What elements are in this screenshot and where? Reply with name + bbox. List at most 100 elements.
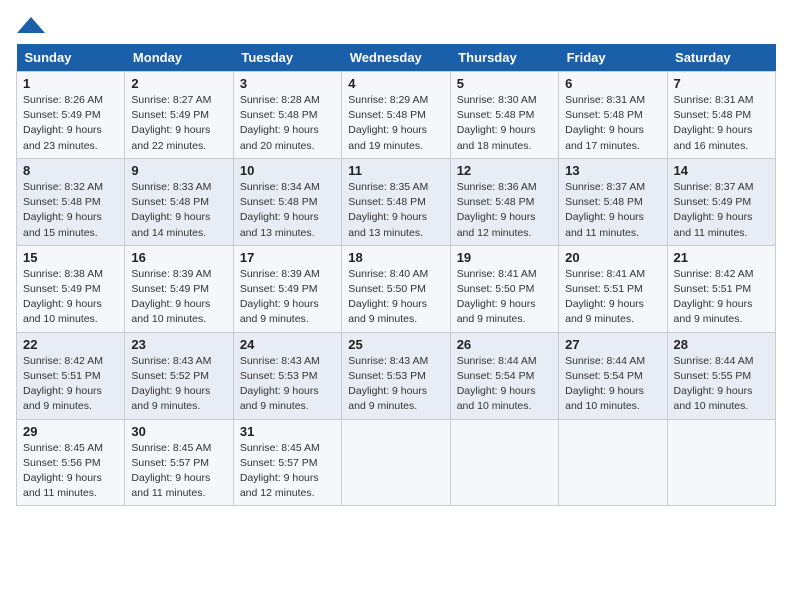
sunrise-label: Sunrise: 8:43 AM bbox=[348, 355, 428, 367]
daylight-label: Daylight: 9 hours and 9 minutes. bbox=[23, 385, 102, 412]
sunset-label: Sunset: 5:54 PM bbox=[565, 370, 643, 382]
daylight-label: Daylight: 9 hours and 23 minutes. bbox=[23, 124, 102, 151]
calendar-cell: 17Sunrise: 8:39 AMSunset: 5:49 PMDayligh… bbox=[233, 245, 341, 332]
day-info: Sunrise: 8:34 AMSunset: 5:48 PMDaylight:… bbox=[240, 180, 335, 241]
day-number: 12 bbox=[457, 163, 552, 178]
day-info: Sunrise: 8:38 AMSunset: 5:49 PMDaylight:… bbox=[23, 267, 118, 328]
day-info: Sunrise: 8:44 AMSunset: 5:54 PMDaylight:… bbox=[565, 354, 660, 415]
calendar-cell: 5Sunrise: 8:30 AMSunset: 5:48 PMDaylight… bbox=[450, 72, 558, 159]
day-number: 26 bbox=[457, 337, 552, 352]
calendar-cell: 22Sunrise: 8:42 AMSunset: 5:51 PMDayligh… bbox=[17, 332, 125, 419]
calendar-cell: 19Sunrise: 8:41 AMSunset: 5:50 PMDayligh… bbox=[450, 245, 558, 332]
sunset-label: Sunset: 5:53 PM bbox=[348, 370, 426, 382]
calendar-cell: 25Sunrise: 8:43 AMSunset: 5:53 PMDayligh… bbox=[342, 332, 450, 419]
day-info: Sunrise: 8:35 AMSunset: 5:48 PMDaylight:… bbox=[348, 180, 443, 241]
sunset-label: Sunset: 5:57 PM bbox=[131, 457, 209, 469]
day-number: 7 bbox=[674, 76, 769, 91]
calendar-header-thursday: Thursday bbox=[450, 44, 558, 72]
calendar-cell: 15 Sunrise: 8:38 AMSunset: 5:49 PMDayligh… bbox=[17, 245, 125, 332]
day-number: 4 bbox=[348, 76, 443, 91]
day-info: Sunrise: 8:39 AMSunset: 5:49 PMDaylight:… bbox=[131, 267, 226, 328]
sunset-label: Sunset: 5:54 PM bbox=[457, 370, 535, 382]
sunset-label: Sunset: 5:48 PM bbox=[457, 109, 535, 121]
day-info: Sunrise: 8:45 AMSunset: 5:56 PMDaylight:… bbox=[23, 441, 118, 502]
day-info: Sunrise: 8:30 AM Sunset: 5:48 PM Daylight:… bbox=[457, 93, 552, 154]
daylight-label: Daylight: 9 hours and 9 minutes. bbox=[240, 298, 319, 325]
calendar-header-row: SundayMondayTuesdayWednesdayThursdayFrid… bbox=[17, 44, 776, 72]
calendar-header-friday: Friday bbox=[559, 44, 667, 72]
sunrise-label: Sunrise: 8:29 AM bbox=[348, 94, 428, 106]
sunset-label: Sunset: 5:55 PM bbox=[674, 370, 752, 382]
sunset-label: Sunset: 5:49 PM bbox=[674, 196, 752, 208]
day-number: 15 bbox=[23, 250, 118, 265]
day-number: 23 bbox=[131, 337, 226, 352]
sunrise-label: Sunrise: 8:40 AM bbox=[348, 268, 428, 280]
daylight-label: Daylight: 9 hours and 9 minutes. bbox=[674, 298, 753, 325]
day-info: Sunrise: 8:26 AMSunset: 5:49 PMDaylight:… bbox=[23, 93, 118, 154]
daylight-label: Daylight: 9 hours and 12 minutes. bbox=[240, 472, 319, 499]
calendar-header-monday: Monday bbox=[125, 44, 233, 72]
sunrise-label: Sunrise: 8:37 AM bbox=[565, 181, 645, 193]
daylight-label: Daylight: 9 hours and 18 minutes. bbox=[457, 124, 536, 151]
calendar-cell: 8Sunrise: 8:32 AMSunset: 5:48 PMDaylight… bbox=[17, 158, 125, 245]
day-number: 1 bbox=[23, 76, 118, 91]
day-number: 24 bbox=[240, 337, 335, 352]
daylight-label: Daylight: 9 hours and 17 minutes. bbox=[565, 124, 644, 151]
daylight-label: Daylight: 9 hours and 11 minutes. bbox=[23, 472, 102, 499]
daylight-label: Daylight: 9 hours and 9 minutes. bbox=[457, 298, 536, 325]
calendar-cell: 30Sunrise: 8:45 AMSunset: 5:57 PMDayligh… bbox=[125, 419, 233, 506]
day-info: Sunrise: 8:43 AMSunset: 5:53 PMDaylight:… bbox=[240, 354, 335, 415]
calendar-header-tuesday: Tuesday bbox=[233, 44, 341, 72]
day-number: 3 bbox=[240, 76, 335, 91]
calendar-cell: 31Sunrise: 8:45 AMSunset: 5:57 PMDayligh… bbox=[233, 419, 341, 506]
sunrise-label: Sunrise: 8:35 AM bbox=[348, 181, 428, 193]
daylight-label: Daylight: 9 hours and 15 minutes. bbox=[23, 211, 102, 238]
day-number: 9 bbox=[131, 163, 226, 178]
sunrise-label: Sunrise: 8:28 AM bbox=[240, 94, 320, 106]
day-info: Sunrise: 8:41 AMSunset: 5:51 PMDaylight:… bbox=[565, 267, 660, 328]
day-number: 31 bbox=[240, 424, 335, 439]
calendar-week-5: 29Sunrise: 8:45 AMSunset: 5:56 PMDayligh… bbox=[17, 419, 776, 506]
sunset-label: Sunset: 5:49 PM bbox=[23, 109, 101, 121]
day-number: 16 bbox=[131, 250, 226, 265]
sunset-label: Sunset: 5:48 PM bbox=[348, 196, 426, 208]
calendar-cell: 24 Sunrise: 8:43 AMSunset: 5:53 PMDayligh… bbox=[233, 332, 341, 419]
calendar-cell: 13Sunrise: 8:37 AMSunset: 5:48 PMDayligh… bbox=[559, 158, 667, 245]
day-info: Sunrise: 8:28 AMSunset: 5:48 PMDaylight:… bbox=[240, 93, 335, 154]
calendar-header-wednesday: Wednesday bbox=[342, 44, 450, 72]
daylight-label: Daylight: 9 hours and 9 minutes. bbox=[565, 298, 644, 325]
calendar-cell bbox=[450, 419, 558, 506]
sunrise-label: Sunrise: 8:30 AM bbox=[457, 94, 537, 106]
sunset-label: Sunset: 5:53 PM bbox=[240, 370, 318, 382]
calendar-cell: 4Sunrise: 8:29 AMSunset: 5:48 PMDaylight… bbox=[342, 72, 450, 159]
daylight-label: Daylight: 9 hours and 9 minutes. bbox=[348, 298, 427, 325]
calendar-week-1: 1 Sunrise: 8:26 AMSunset: 5:49 PMDaylight… bbox=[17, 72, 776, 159]
sunset-label: Sunset: 5:48 PM bbox=[240, 109, 318, 121]
calendar-cell: 14Sunrise: 8:37 AMSunset: 5:49 PMDayligh… bbox=[667, 158, 775, 245]
sunrise-label: Sunrise: 8:43 AM bbox=[131, 355, 211, 367]
daylight-label: Daylight: 9 hours and 9 minutes. bbox=[348, 385, 427, 412]
sunset-label: Sunset: 5:50 PM bbox=[457, 283, 535, 295]
calendar-cell: 9Sunrise: 8:33 AMSunset: 5:48 PMDaylight… bbox=[125, 158, 233, 245]
daylight-label: Daylight: 9 hours and 11 minutes. bbox=[565, 211, 644, 238]
sunrise-label: Sunrise: 8:45 AM bbox=[23, 442, 103, 454]
sunset-label: Sunset: 5:48 PM bbox=[348, 109, 426, 121]
day-number: 2 bbox=[131, 76, 226, 91]
calendar-body: 1 Sunrise: 8:26 AMSunset: 5:49 PMDaylight… bbox=[17, 72, 776, 506]
daylight-label: Daylight: 9 hours and 11 minutes. bbox=[674, 211, 753, 238]
day-number: 19 bbox=[457, 250, 552, 265]
calendar-cell: 2Sunrise: 8:27 AMSunset: 5:49 PMDaylight… bbox=[125, 72, 233, 159]
calendar-cell: 27Sunrise: 8:44 AMSunset: 5:54 PMDayligh… bbox=[559, 332, 667, 419]
sunset-label: Sunset: 5:48 PM bbox=[240, 196, 318, 208]
sunset-label: Sunset: 5:49 PM bbox=[131, 109, 209, 121]
sunset-label: Sunset: 5:52 PM bbox=[131, 370, 209, 382]
calendar-cell: 11Sunrise: 8:35 AMSunset: 5:48 PMDayligh… bbox=[342, 158, 450, 245]
calendar-cell: 6Sunrise: 8:31 AMSunset: 5:48 PMDaylight… bbox=[559, 72, 667, 159]
calendar-cell: 21Sunrise: 8:42 AMSunset: 5:51 PMDayligh… bbox=[667, 245, 775, 332]
sunset-label: Sunset: 5:51 PM bbox=[23, 370, 101, 382]
calendar-cell bbox=[342, 419, 450, 506]
calendar-cell: 20Sunrise: 8:41 AMSunset: 5:51 PMDayligh… bbox=[559, 245, 667, 332]
daylight-label: Daylight: 9 hours and 9 minutes. bbox=[131, 385, 210, 412]
day-number: 18 bbox=[348, 250, 443, 265]
sunrise-label: Sunrise: 8:33 AM bbox=[131, 181, 211, 193]
